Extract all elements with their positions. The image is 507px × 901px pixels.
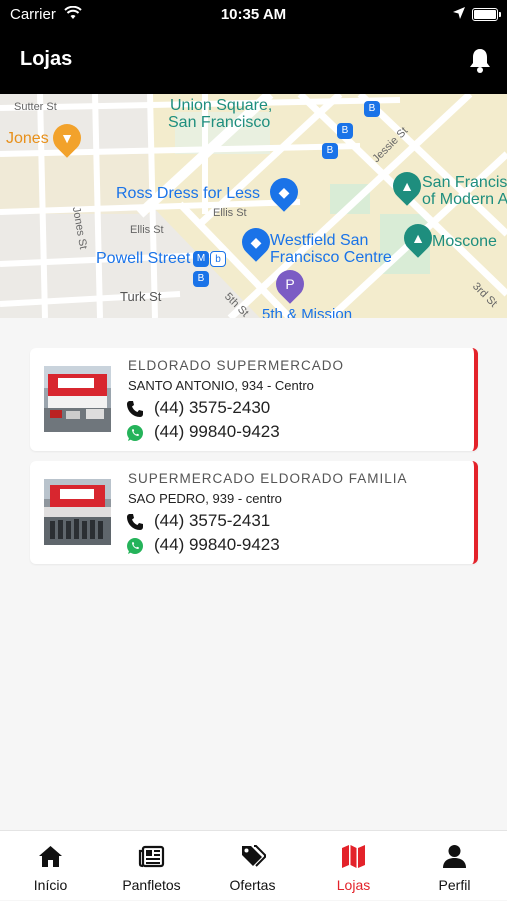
transit-stop-icon-2[interactable]: B [337, 123, 353, 139]
restaurant-pin-icon[interactable]: ▼ [47, 118, 87, 158]
store-card[interactable]: SUPERMERCADO ELDORADO FAMILIA SAO PEDRO,… [30, 461, 478, 564]
store-address: SANTO ANTONIO, 934 - Centro [128, 378, 314, 393]
whatsapp-number: (44) 99840-9423 [154, 535, 280, 554]
status-time: 10:35 AM [220, 6, 287, 23]
shopping-pin-icon[interactable]: ◆ [264, 172, 304, 212]
metro-icon[interactable]: M [193, 251, 209, 267]
bart-icon[interactable]: b [210, 251, 226, 267]
status-bar: Carrier 10:35 AM [0, 0, 507, 30]
tab-label: Ofertas [229, 877, 276, 893]
whatsapp-number: (44) 99840-9423 [154, 422, 280, 441]
store-photo [44, 366, 111, 432]
map-label-fifth-mission: 5th & Mission [262, 306, 353, 318]
store-photo [44, 479, 111, 545]
map-label-westfield-line2: Francisco Centre [270, 249, 392, 266]
tab-inicio[interactable]: Início [0, 831, 101, 901]
map-label-sutter: Sutter St [14, 101, 57, 113]
tab-lojas[interactable]: Lojas [303, 831, 404, 901]
whatsapp-icon [126, 537, 144, 555]
bell-icon[interactable] [466, 46, 494, 74]
store-name: SUPERMERCADO ELDORADO FAMILIA [128, 471, 408, 486]
map-label-powell: Powell Street [96, 250, 191, 267]
map-icon [340, 843, 367, 870]
tab-label: Início [33, 877, 68, 893]
bottom-tab-bar: Início Panfletos Ofertas Lojas Perfil [0, 830, 507, 900]
transit-stop-icon-3[interactable]: B [322, 143, 338, 159]
map-label-westfield-line1: Westfield San [270, 232, 369, 249]
app-header: Lojas [0, 30, 507, 94]
phone-icon [126, 513, 144, 531]
store-map[interactable]: Union Square, San Francisco Jones ▼ Ross… [0, 94, 507, 318]
tab-label: Lojas [336, 877, 371, 893]
map-label-ellis-2: Ellis St [213, 207, 247, 219]
tab-ofertas[interactable]: Ofertas [202, 831, 303, 901]
transit-stop-icon[interactable]: B [364, 101, 380, 117]
tab-label: Panfletos [122, 877, 181, 893]
map-label-union-square: Union Square, [170, 97, 273, 114]
map-label-turk: Turk St [120, 289, 162, 304]
bus-icon[interactable]: B [193, 271, 209, 287]
newspaper-icon [138, 843, 165, 870]
map-label-san-francisco: San Francisco [168, 114, 271, 131]
map-label-ellis: Ellis St [130, 224, 164, 236]
user-icon [441, 843, 468, 870]
landmark-pin-icon[interactable]: ▲ [398, 218, 438, 258]
parking-pin-icon[interactable]: P [270, 264, 310, 304]
store-card[interactable]: ELDORADO SUPERMERCADO SANTO ANTONIO, 934… [30, 348, 478, 451]
phone-number: (44) 3575-2430 [154, 398, 271, 417]
map-label-museum-line1: San Francis [422, 174, 507, 191]
tab-perfil[interactable]: Perfil [404, 831, 505, 901]
location-arrow-icon [452, 6, 466, 24]
map-label-museum-line2: of Modern A [422, 191, 507, 208]
map-label-ross: Ross Dress for Less [116, 185, 261, 202]
map-label-moscone: Moscone [432, 233, 497, 250]
page-title: Lojas [20, 48, 73, 70]
tab-label: Perfil [438, 877, 471, 893]
tab-panfletos[interactable]: Panfletos [101, 831, 202, 901]
store-address: SAO PEDRO, 939 - centro [128, 491, 282, 506]
map-label-jones: Jones [6, 130, 49, 147]
battery-tip [499, 12, 501, 17]
mall-pin-icon[interactable]: ◆ [236, 222, 276, 262]
whatsapp-icon [126, 424, 144, 442]
phone-icon [126, 400, 144, 418]
museum-pin-icon[interactable]: ▲ [387, 166, 427, 206]
stores-list: ELDORADO SUPERMERCADO SANTO ANTONIO, 934… [0, 318, 507, 830]
store-name: ELDORADO SUPERMERCADO [128, 358, 345, 373]
tags-icon [239, 843, 266, 870]
phone-number: (44) 3575-2431 [154, 511, 271, 530]
battery-icon [472, 8, 498, 21]
home-icon [37, 843, 64, 870]
